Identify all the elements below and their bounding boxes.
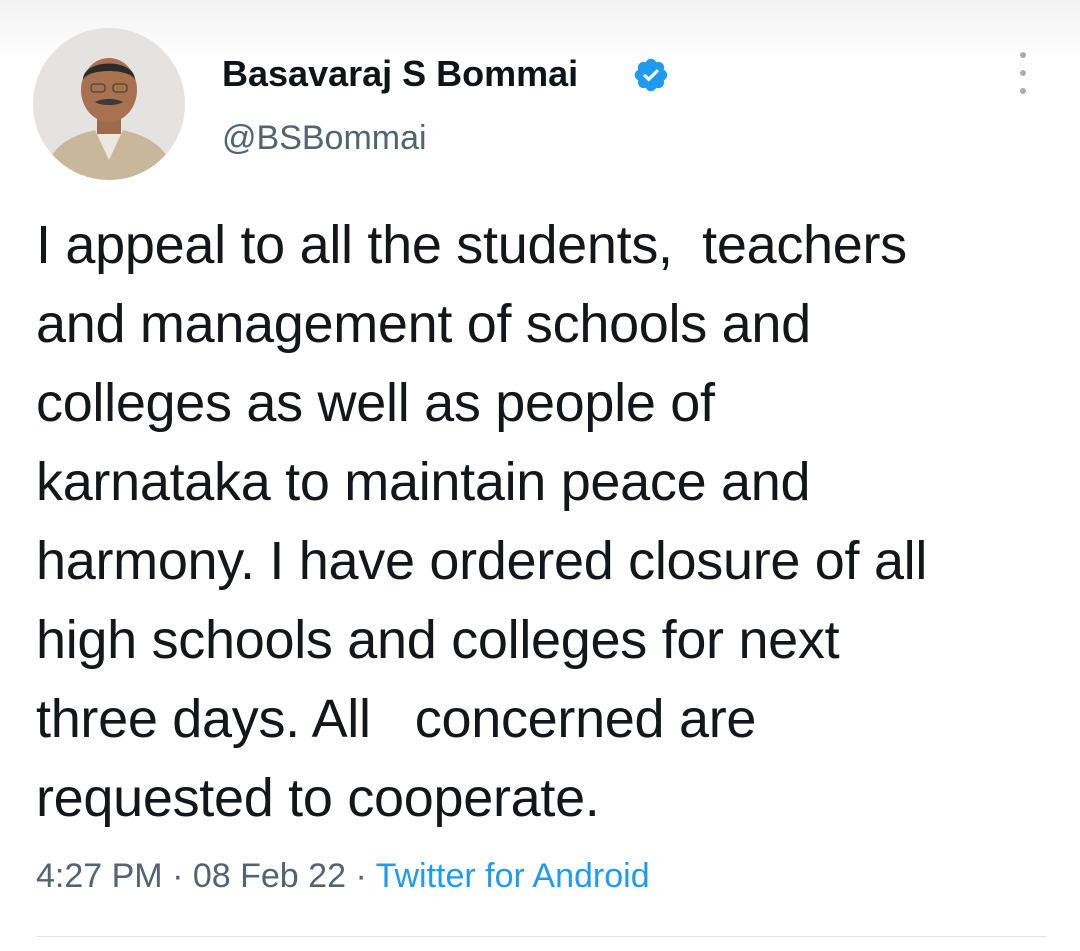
display-name[interactable]: Basavaraj S Bommai xyxy=(222,52,578,96)
tweet-time[interactable]: 4:27 PM xyxy=(36,857,163,895)
avatar[interactable] xyxy=(33,28,185,180)
more-vertical-icon xyxy=(1020,88,1026,94)
verified-badge-icon xyxy=(634,58,668,92)
tweet-date[interactable]: 08 Feb 22 xyxy=(193,857,346,895)
tweet-metadata: 4:27 PM · 08 Feb 22 · Twitter for Androi… xyxy=(36,854,650,898)
meta-separator: · xyxy=(172,857,184,895)
user-handle[interactable]: @BSBommai xyxy=(222,117,427,159)
meta-separator: · xyxy=(355,857,367,895)
tweet-source-link[interactable]: Twitter for Android xyxy=(376,857,650,895)
avatar-photo-icon xyxy=(33,28,185,180)
tweet-text: I appeal to all the students, teachers a… xyxy=(36,215,928,828)
more-vertical-icon xyxy=(1020,52,1026,58)
more-vertical-icon xyxy=(1020,70,1026,76)
divider xyxy=(36,936,1046,937)
more-options-button[interactable] xyxy=(1008,52,1038,94)
